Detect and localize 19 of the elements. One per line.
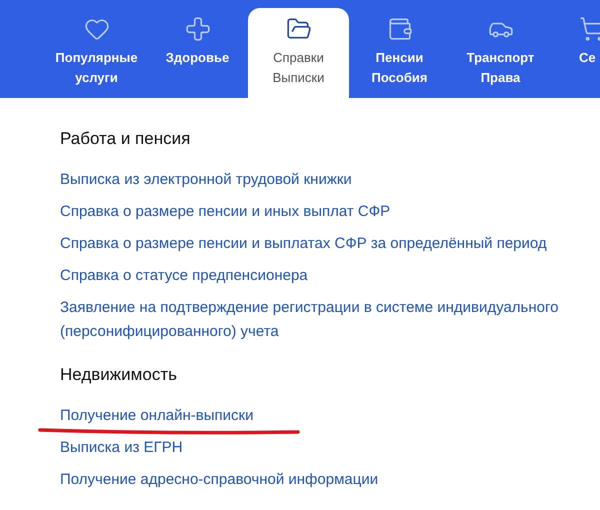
section-heading: Работа и пенсия [60,128,192,150]
wallet-icon [386,16,412,42]
category-tab[interactable]: Пенсии Пособия [349,8,450,98]
category-tab[interactable]: Справки Выписки [248,8,349,98]
service-link[interactable]: Получение онлайн-выписки [60,404,254,428]
service-link[interactable]: Выписка из электронной трудовой книжки [60,168,352,192]
service-link[interactable]: Справка о статусе предпенсионера [60,264,308,288]
category-tab[interactable]: Популярные услуги [46,8,147,98]
category-tab[interactable]: Здоровье [147,8,248,98]
service-link[interactable]: Справка о размере пенсии и иных выплат СФР [60,200,390,224]
service-link[interactable]: Получение адресно-справочной информации [60,468,378,492]
cart-icon [579,16,600,42]
section-heading: Недвижимость [60,364,178,386]
category-tab[interactable]: Транспорт Права [450,8,551,98]
service-link[interactable]: Заявление на подтверждение регистрации в системе индивидуального (персонифицированного) учета [60,296,590,344]
service-link[interactable]: Выписка из ЕГРН [60,436,183,460]
service-link[interactable]: Справка о размере пенсии и выплатах СФР за определённый период [60,232,547,256]
cross-icon [184,16,210,42]
category-tab[interactable]: Се [551,8,600,98]
